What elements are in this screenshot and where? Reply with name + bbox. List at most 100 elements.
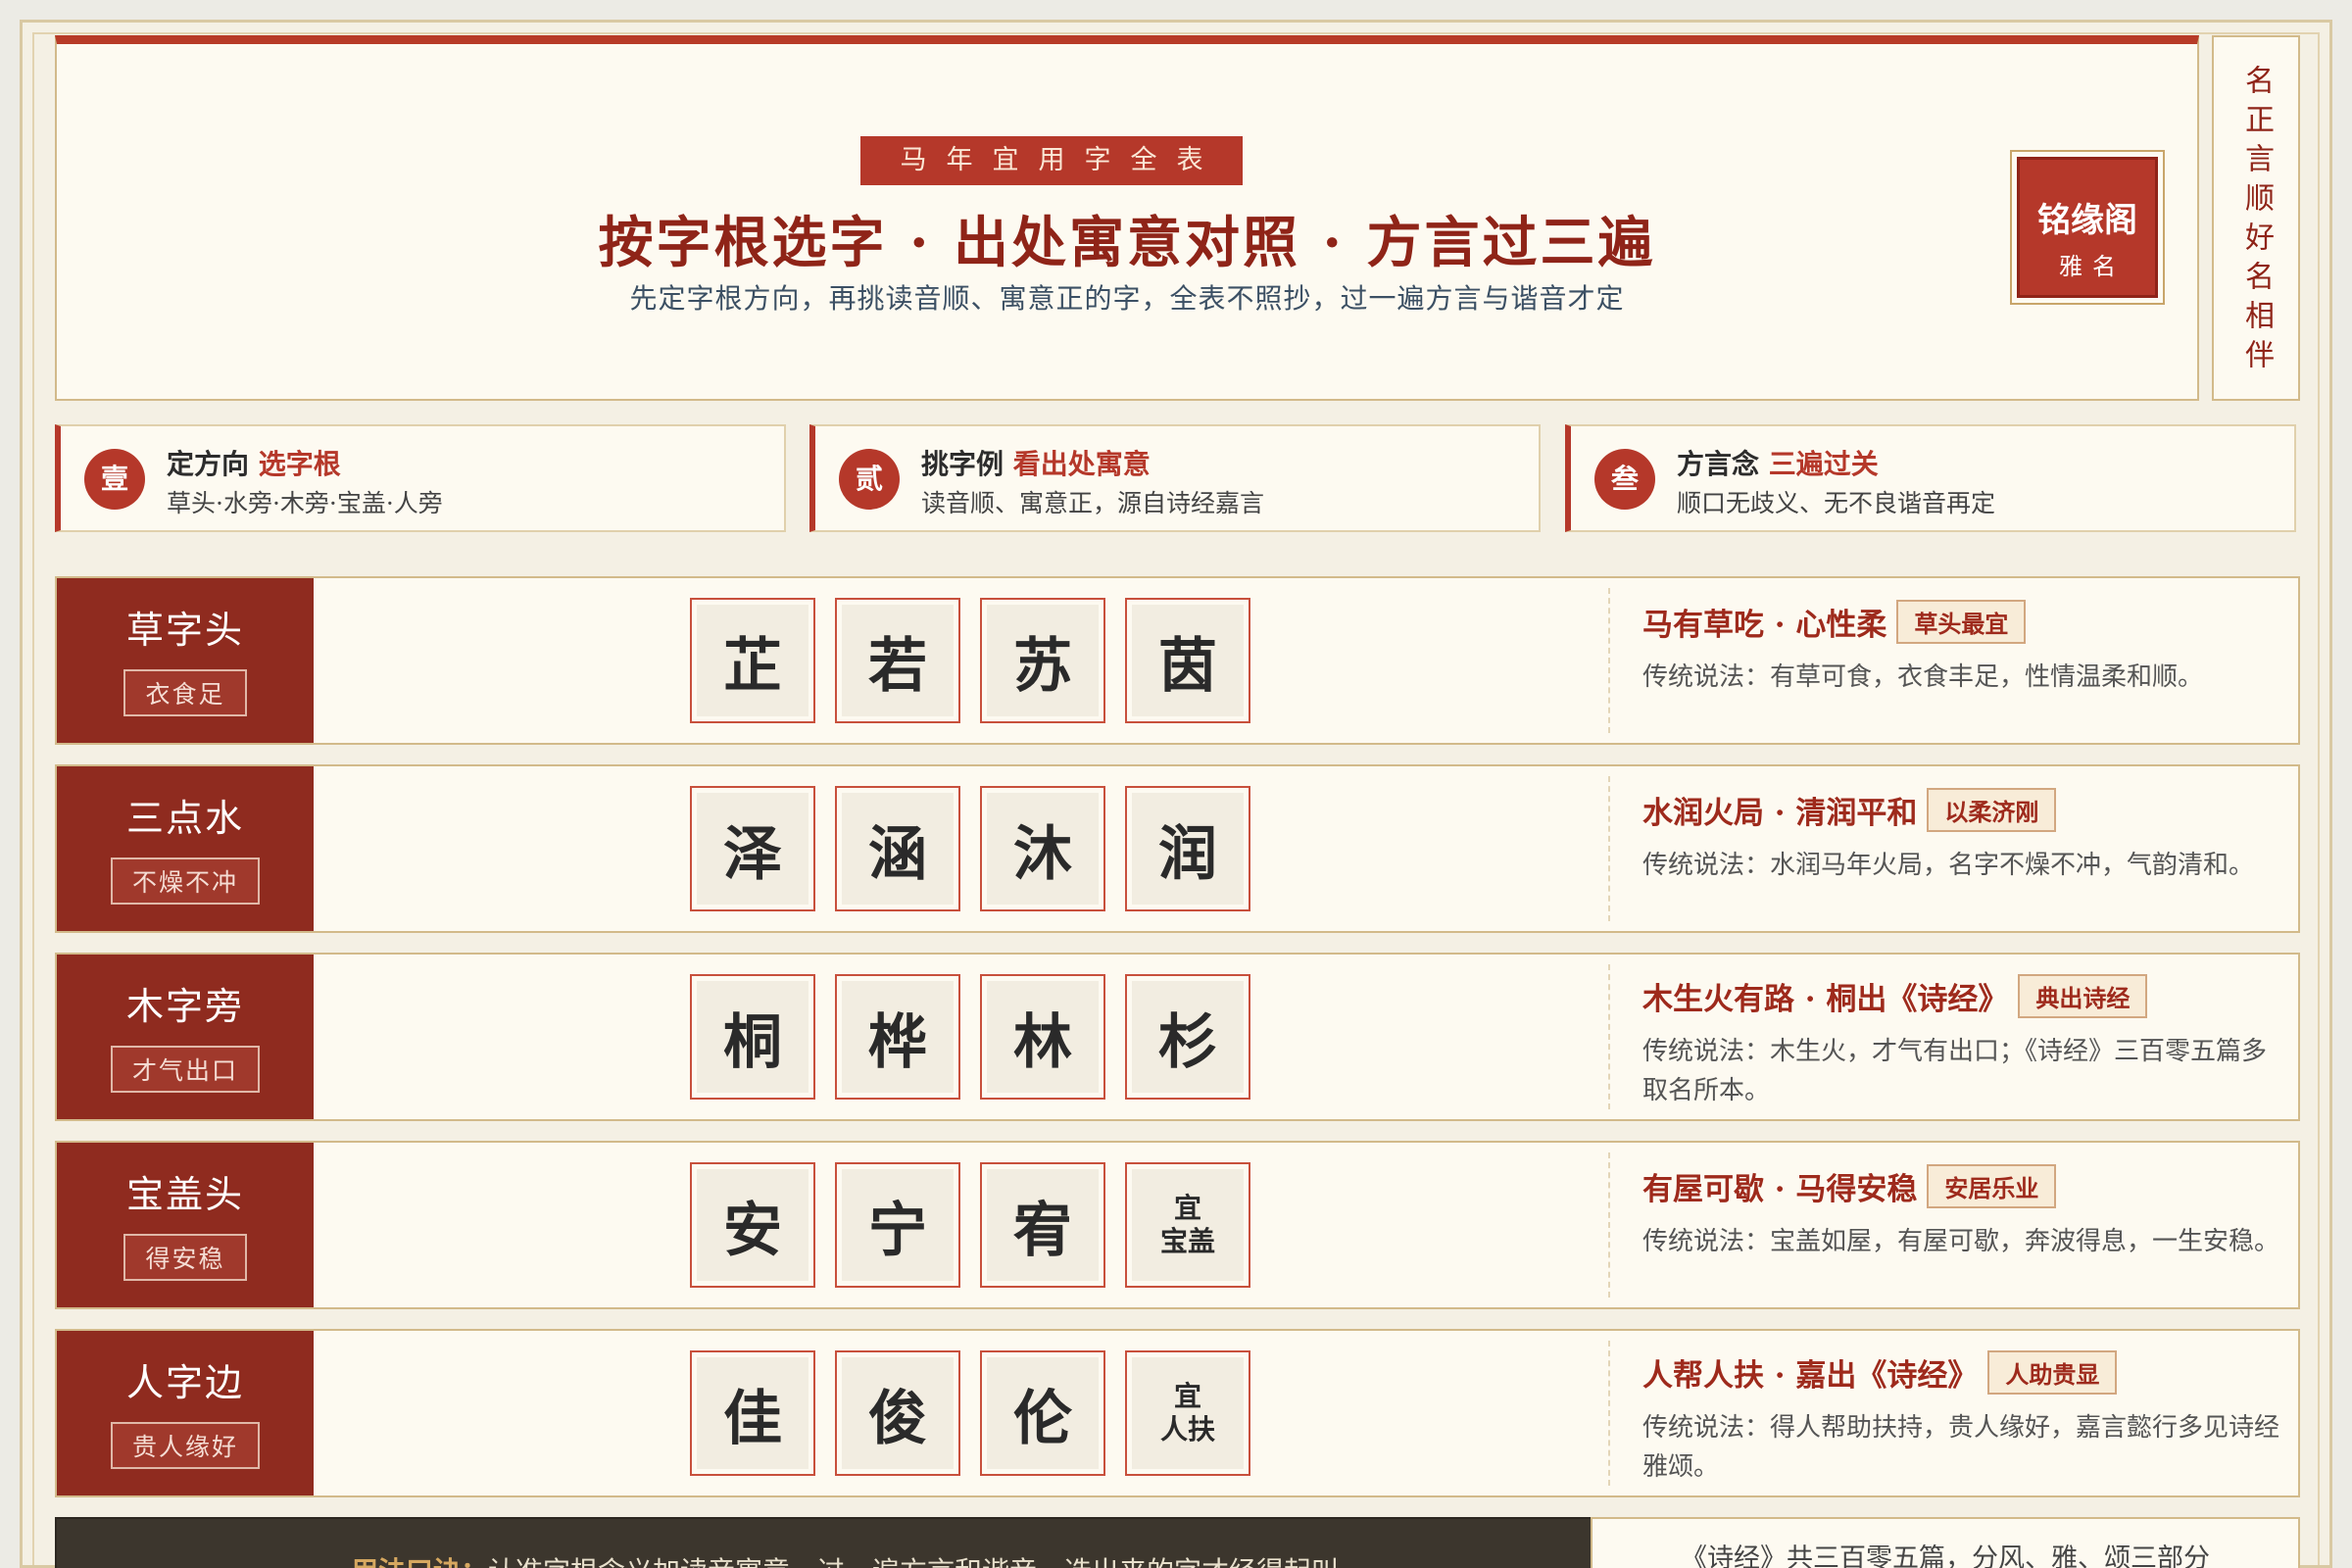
radical-row-roof: 宝盖头 得安稳 安 宁 宥 宜宝盖 有屋可歇 · 马得安稳 安居乐业 传统说法：宝…	[55, 1141, 2300, 1309]
radical-row-wood: 木字旁 才气出口 桐 桦 林 杉 木生火有路 · 桐出《诗经》 典出诗经 传统说法…	[55, 953, 2300, 1121]
step-description: 顺口无歧义、无不良谐音再定	[1677, 489, 1996, 517]
char-card: 杉	[1125, 974, 1250, 1100]
char-text: 安	[697, 1169, 808, 1281]
char-card: 茵	[1125, 598, 1250, 723]
char-card: 桦	[835, 974, 960, 1100]
info-title-text: 马有草吃 · 心性柔	[1642, 608, 1887, 643]
usage-mnemonic-panel: 用法口诀：认准字根含义加读音寓意，过一遍方言和谐音，选出来的字才经得起叫	[55, 1517, 1609, 1568]
char-text: 伦	[987, 1357, 1099, 1469]
char-note: 宜宝盖	[1132, 1169, 1244, 1281]
info-badge: 典出诗经	[2018, 974, 2148, 1018]
char-text: 杉	[1132, 981, 1244, 1093]
step-card-1: 壹 定方向 选字根 草头·水旁·木旁·宝盖·人旁	[55, 424, 786, 532]
info-description: 传统说法：宝盖如屋，有屋可歇，奔波得息，一生安稳。	[1642, 1227, 2280, 1256]
info-description: 传统说法：得人帮助扶持，贵人缘好，嘉言懿行多见诗经雅颂。	[1642, 1413, 2280, 1482]
char-text: 沐	[987, 793, 1099, 905]
char-text: 俊	[842, 1357, 954, 1469]
info-title: 水润火局 · 清润平和 以柔济刚	[1642, 788, 2279, 832]
info-description: 传统说法：木生火，才气有出口；《诗经》三百零五篇多取名所本。	[1642, 1037, 2268, 1105]
row-divider	[1608, 1341, 1610, 1486]
char-note-card: 宜宝盖	[1125, 1162, 1250, 1288]
char-card: 佳	[690, 1350, 815, 1476]
info-badge: 人助贵显	[1987, 1350, 2118, 1395]
char-card: 林	[980, 974, 1105, 1100]
char-card: 芷	[690, 598, 815, 723]
row-label: 宝盖头 得安稳	[57, 1143, 314, 1307]
info-title: 马有草吃 · 心性柔 草头最宜	[1642, 600, 2279, 644]
usage-mnemonic: 用法口诀：认准字根含义加读音寓意，过一遍方言和谐音，选出来的字才经得起叫	[351, 1550, 1339, 1568]
info-title-text: 人帮人扶 · 嘉出《诗经》	[1642, 1358, 1979, 1394]
char-card: 俊	[835, 1350, 960, 1476]
char-text: 茵	[1132, 605, 1244, 716]
seal-sub-text: 雅名	[2059, 253, 2126, 280]
radical-tag: 衣食足	[123, 669, 247, 716]
char-list: 佳 俊 伦 宜人扶	[690, 1350, 1270, 1476]
radical-tag: 得安稳	[123, 1234, 247, 1281]
char-card: 润	[1125, 786, 1250, 911]
step-highlight: 选字根	[258, 448, 341, 480]
char-card: 苏	[980, 598, 1105, 723]
char-text: 润	[1132, 793, 1244, 905]
char-note-card: 宜人扶	[1125, 1350, 1250, 1476]
radical-name: 三点水	[125, 797, 244, 840]
char-card: 涵	[835, 786, 960, 911]
row-divider	[1608, 964, 1610, 1109]
char-list: 桐 桦 林 杉	[690, 974, 1270, 1100]
char-card: 宁	[835, 1162, 960, 1288]
char-text: 芷	[697, 605, 808, 716]
char-text: 苏	[987, 605, 1099, 716]
radical-row-water: 三点水 不燥不冲 泽 涵 沐 润 水润火局 · 清润平和 以柔济刚 传统说法：水润…	[55, 764, 2300, 933]
step-title: 方言念 三遍过关	[1677, 443, 1879, 482]
char-card: 桐	[690, 974, 815, 1100]
info-badge: 安居乐业	[1927, 1164, 2057, 1208]
step-title-text: 方言念	[1677, 448, 1760, 480]
shijing-note: 《诗经》共三百零五篇，分风、雅、颂三部分	[1591, 1517, 2300, 1568]
step-highlight: 看出处寓意	[1012, 448, 1151, 480]
step-title: 定方向 选字根	[167, 443, 341, 482]
char-card: 宥	[980, 1162, 1105, 1288]
radical-tag: 才气出口	[110, 1046, 260, 1093]
info-title-text: 有屋可歇 · 马得安稳	[1642, 1172, 1918, 1207]
info-title-text: 木生火有路 · 桐出《诗经》	[1642, 982, 2009, 1017]
row-info: 马有草吃 · 心性柔 草头最宜 传统说法：有草可食，衣食丰足，性情温柔和顺。	[1642, 600, 2279, 697]
row-info: 木生火有路 · 桐出《诗经》 典出诗经 传统说法：木生火，才气有出口；《诗经》三百…	[1642, 974, 2279, 1110]
header-panel: 马年宜用字全表 按字根选字 · 出处寓意对照 · 方言过三遍 先定字根方向，再挑…	[55, 35, 2199, 401]
char-card: 若	[835, 598, 960, 723]
info-title: 有屋可歇 · 马得安稳 安居乐业	[1642, 1164, 2279, 1208]
char-text: 宥	[987, 1169, 1099, 1281]
char-list: 芷 若 苏 茵	[690, 598, 1270, 723]
header-tag: 马年宜用字全表	[860, 136, 1243, 185]
note-line: 宜	[1173, 1380, 1201, 1412]
char-text: 林	[987, 981, 1099, 1093]
radical-name: 宝盖头	[125, 1173, 244, 1216]
seal-main-text: 铭缘阁	[2037, 201, 2137, 240]
char-text: 涵	[842, 793, 954, 905]
char-text: 泽	[697, 793, 808, 905]
row-label: 人字边 贵人缘好	[57, 1331, 314, 1495]
row-info: 水润火局 · 清润平和 以柔济刚 传统说法：水润马年火局，名字不燥不冲，气韵清和。	[1642, 788, 2279, 885]
step-card-3: 叁 方言念 三遍过关 顺口无歧义、无不良谐音再定	[1565, 424, 2296, 532]
row-divider	[1608, 776, 1610, 921]
info-title: 木生火有路 · 桐出《诗经》 典出诗经	[1642, 974, 2279, 1018]
row-label: 草字头 衣食足	[57, 578, 314, 743]
step-description: 读音顺、寓意正，源自诗经嘉言	[921, 489, 1265, 517]
char-card: 安	[690, 1162, 815, 1288]
info-badge: 以柔济刚	[1927, 788, 2057, 832]
row-divider	[1608, 588, 1610, 733]
radical-tag: 不燥不冲	[110, 858, 260, 905]
char-list: 泽 涵 沐 润	[690, 786, 1270, 911]
info-title-text: 水润火局 · 清润平和	[1642, 796, 1918, 831]
page-title: 按字根选字 · 出处寓意对照 · 方言过三遍	[598, 211, 1656, 275]
page-subtitle: 先定字根方向，再挑读音顺、寓意正的字，全表不照抄，过一遍方言与谐音才定	[629, 282, 1625, 315]
note-line: 人扶	[1159, 1413, 1215, 1446]
step-card-2: 贰 挑字例 看出处寓意 读音顺、寓意正，源自诗经嘉言	[809, 424, 1541, 532]
radical-name: 草字头	[125, 609, 244, 652]
note-line: 宜	[1173, 1192, 1201, 1224]
char-card: 伦	[980, 1350, 1105, 1476]
char-text: 桦	[842, 981, 954, 1093]
char-text: 宁	[842, 1169, 954, 1281]
step-number-badge: 贰	[839, 449, 900, 510]
step-highlight: 三遍过关	[1768, 448, 1879, 480]
step-title-text: 定方向	[167, 448, 250, 480]
row-label: 三点水 不燥不冲	[57, 766, 314, 931]
